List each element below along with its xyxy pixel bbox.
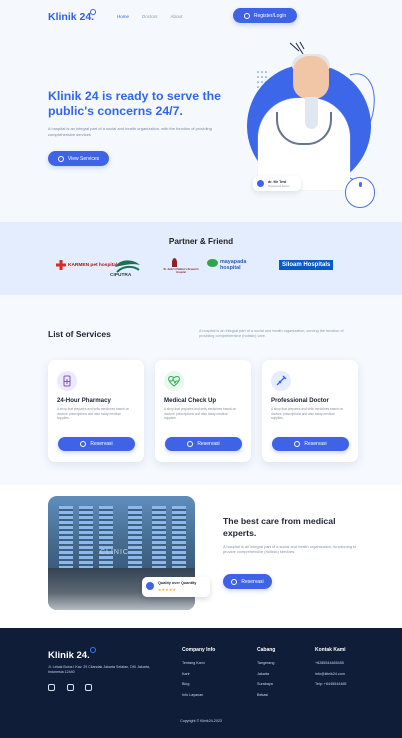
branches-title: Cabang bbox=[257, 647, 276, 653]
branches-column: Cabang Tangerang Jakarta Surabaya Bekasi bbox=[257, 647, 275, 704]
doctor-card: dr. Mr Test Registered Doctor bbox=[253, 176, 301, 191]
footer-link[interactable]: Info Layanan bbox=[182, 693, 215, 697]
contact-email[interactable]: info@klinik24.com bbox=[315, 672, 346, 676]
service-title: Medical Check Up bbox=[164, 397, 217, 404]
best-care-reservation-button[interactable]: Reservasi bbox=[223, 574, 272, 589]
footer-link[interactable]: Karir bbox=[182, 672, 215, 676]
service-title: 24-Hour Pharmacy bbox=[57, 397, 111, 404]
services-description: A hospital is an integral part of a soci… bbox=[199, 329, 344, 338]
contact-phone[interactable]: +6285544465455 bbox=[315, 661, 346, 665]
copyright: Copyright © Klinik24-2023 bbox=[180, 719, 222, 723]
partners-section: Partner & Friend bbox=[0, 222, 402, 295]
whatsapp-icon[interactable] bbox=[85, 684, 92, 691]
contact-telp[interactable]: Telp: +6445544465 bbox=[315, 682, 346, 686]
service-description: A shop that prepares and sells medicines… bbox=[57, 407, 130, 421]
footer: Klinik 24. Jl. Lebak Bulus I Kav. 29 Cil… bbox=[0, 628, 402, 738]
footer-brand[interactable]: Klinik 24. bbox=[48, 650, 90, 661]
quality-icon bbox=[146, 582, 154, 590]
whatsapp-icon bbox=[294, 441, 301, 447]
footer-address: Jl. Lebak Bulus I Kav. 29 Cilandak Jakar… bbox=[48, 665, 151, 674]
branch-item[interactable]: Jakarta bbox=[257, 672, 275, 676]
medicine-bottle-icon bbox=[63, 375, 71, 387]
quality-text: Quality over Quantity bbox=[158, 581, 197, 585]
contact-title: Kontak Kami bbox=[315, 647, 346, 653]
contact-column: Kontak Kami +6285544465455 info@klinik24… bbox=[315, 647, 346, 693]
best-care-title: The best care from medical experts. bbox=[223, 516, 336, 538]
heart-pulse-icon bbox=[168, 376, 180, 387]
doctor-avatar-icon bbox=[257, 180, 264, 187]
service-card-doctor: Professional Doctor A shop that prepares… bbox=[262, 360, 358, 462]
service-card-pharmacy: 24-Hour Pharmacy A shop that prepares an… bbox=[48, 360, 144, 462]
doctor-role: Registered Doctor bbox=[268, 185, 290, 188]
syringe-icon bbox=[276, 375, 287, 386]
service-card-checkup: Medical Check Up A shop that prepares an… bbox=[155, 360, 251, 462]
doctor-reservation-button[interactable]: Reservasi bbox=[272, 437, 349, 451]
mayapada-emblem-icon bbox=[207, 259, 218, 267]
doctor-service-icon bbox=[271, 371, 291, 391]
service-description: A shop that prepares and sells medicines… bbox=[271, 407, 344, 421]
doctor-name: dr. Mr Test bbox=[268, 180, 287, 184]
footer-brand-dot-icon bbox=[90, 647, 96, 653]
clinic-sign: CLINIC bbox=[100, 549, 129, 556]
whatsapp-icon bbox=[80, 441, 87, 447]
service-description: A shop that prepares and sells medicines… bbox=[164, 407, 237, 421]
best-care-description: A hospital is an integral part of a soci… bbox=[223, 544, 357, 554]
whatsapp-icon bbox=[231, 578, 238, 585]
rating-stars: ★★★★★ bbox=[158, 587, 176, 592]
pharmacy-icon bbox=[57, 371, 77, 391]
pharmacy-reservation-button[interactable]: Reservasi bbox=[58, 437, 135, 451]
checkup-icon bbox=[164, 371, 184, 391]
partners-title: Partner & Friend bbox=[168, 237, 234, 246]
statue-icon bbox=[172, 258, 177, 267]
checkup-reservation-button[interactable]: Reservasi bbox=[165, 437, 242, 451]
hero-section: Klinik 24. Home Doctors About Register/L… bbox=[0, 0, 402, 222]
mouse-icon bbox=[345, 177, 375, 208]
whatsapp-icon bbox=[187, 441, 194, 447]
youtube-icon[interactable] bbox=[48, 684, 55, 691]
page: Klinik 24. Home Doctors About Register/L… bbox=[0, 0, 402, 738]
siloam-hospitals-logo: Siloam Hospitals bbox=[279, 260, 334, 270]
branch-item[interactable]: Surabaya bbox=[257, 682, 275, 686]
company-info-column: Company Info Tentang Kami Karir Blog Inf… bbox=[182, 647, 215, 704]
branch-item[interactable]: Bekasi bbox=[257, 693, 275, 697]
service-title: Professional Doctor bbox=[271, 397, 329, 404]
instagram-icon[interactable] bbox=[67, 684, 74, 691]
footer-link[interactable]: Tentang Kami bbox=[182, 661, 215, 665]
footer-link[interactable]: Blog bbox=[182, 682, 215, 686]
company-info-title: Company Info bbox=[182, 647, 216, 653]
doctor-face bbox=[293, 56, 329, 99]
quality-badge: Quality over Quantity ★★★★★ bbox=[142, 577, 210, 597]
services-title: List of Services bbox=[48, 329, 111, 339]
branch-item[interactable]: Tangerang bbox=[257, 661, 275, 665]
